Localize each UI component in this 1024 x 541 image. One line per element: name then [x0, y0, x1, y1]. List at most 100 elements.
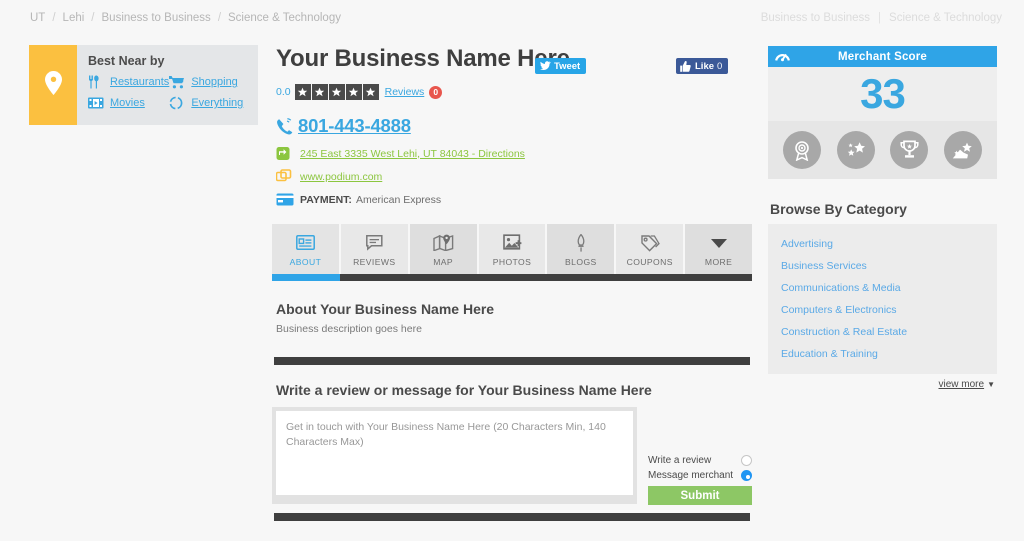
- website-icon: [276, 169, 300, 184]
- website-link[interactable]: www.podium.com: [300, 171, 382, 183]
- payment-value: American Express: [355, 193, 442, 206]
- rising-star-icon[interactable]: [944, 131, 983, 169]
- tweet-button[interactable]: Tweet: [535, 58, 587, 74]
- category-item-construction-real-estate[interactable]: Construction & Real Estate: [768, 321, 997, 343]
- credit-card-icon: [276, 193, 300, 206]
- tab-map[interactable]: MAP: [409, 224, 479, 274]
- star-rating[interactable]: [294, 84, 379, 100]
- breadcrumb-right-separator: |: [878, 12, 882, 24]
- breadcrumb-item-city[interactable]: Lehi: [63, 12, 85, 24]
- map-pin-panel: [29, 45, 77, 125]
- breadcrumb-separator: /: [52, 12, 56, 24]
- tab-active-indicator: [272, 274, 340, 281]
- trophy-icon[interactable]: [890, 131, 929, 169]
- merchant-score-badges: [768, 121, 997, 179]
- tab-about[interactable]: ABOUT: [272, 224, 341, 274]
- radio-write-review[interactable]: [741, 455, 752, 466]
- film-strip-icon: [88, 96, 105, 110]
- phone-icon: [276, 117, 298, 135]
- best-near-by-item-restaurants[interactable]: Restaurants: [88, 75, 169, 89]
- facebook-like-button[interactable]: Like 0: [676, 58, 729, 74]
- radio-option-write-review[interactable]: Write a review: [648, 455, 752, 466]
- tab-photos[interactable]: PHOTOS: [478, 224, 548, 274]
- best-near-by-item-shopping[interactable]: Shopping: [169, 75, 248, 89]
- category-item-communications-media[interactable]: Communications & Media: [768, 277, 997, 299]
- view-more-link[interactable]: view more: [939, 379, 985, 390]
- shopping-cart-icon: [169, 75, 186, 89]
- review-form-heading: Write a review or message for Your Busin…: [276, 382, 652, 398]
- radio-message-merchant[interactable]: [741, 470, 752, 481]
- star-icon[interactable]: [362, 84, 379, 100]
- chevron-down-icon: [710, 232, 728, 254]
- category-item-advertising[interactable]: Advertising: [768, 233, 997, 255]
- sparkle-stars-icon[interactable]: [836, 131, 875, 169]
- about-section: About Your Business Name Here Business d…: [276, 301, 752, 335]
- category-item-business-services[interactable]: Business Services: [768, 255, 997, 277]
- phone-row: 801-443-4888: [276, 115, 752, 137]
- address-link[interactable]: 245 East 3335 West Lehi, UT 84043 - Dire…: [300, 148, 525, 160]
- tab-more[interactable]: MORE: [685, 224, 753, 274]
- submit-button[interactable]: Submit: [648, 486, 752, 505]
- address-row: 245 East 3335 West Lehi, UT 84043 - Dire…: [276, 145, 752, 162]
- award-ribbon-icon[interactable]: [782, 131, 821, 169]
- main-content: Your Business Name Here 0.0 Reviews 0 80…: [272, 45, 753, 521]
- radio-label: Write a review: [648, 455, 712, 466]
- chevron-down-icon[interactable]: ▼: [987, 380, 995, 389]
- like-count: 0: [717, 60, 723, 72]
- add-photo-icon: [502, 232, 522, 254]
- directions-icon: [276, 146, 300, 161]
- star-icon[interactable]: [328, 84, 345, 100]
- tab-underline: [272, 274, 752, 281]
- best-near-by-item-movies[interactable]: Movies: [88, 96, 169, 110]
- thumbs-up-icon: [680, 60, 691, 72]
- payment-row: PAYMENT: American Express: [276, 191, 752, 208]
- breadcrumb-item-state[interactable]: UT: [30, 12, 45, 24]
- map-pin-icon: [44, 70, 62, 100]
- star-icon[interactable]: [345, 84, 362, 100]
- breadcrumb-right-item-category[interactable]: Business to Business: [761, 12, 870, 24]
- tab-reviews[interactable]: REVIEWS: [340, 224, 410, 274]
- section-divider: [274, 357, 750, 365]
- speedometer-icon: [775, 49, 790, 67]
- tab-blogs[interactable]: BLOGS: [547, 224, 617, 274]
- about-heading: About Your Business Name Here: [276, 301, 495, 317]
- star-icon[interactable]: [294, 84, 311, 100]
- best-near-by-body: Best Near by Restaurants Shopping Movies…: [77, 45, 258, 125]
- reviews-link[interactable]: Reviews: [385, 86, 425, 98]
- message-textarea[interactable]: [276, 411, 633, 495]
- twitter-bird-icon: [540, 61, 551, 70]
- tab-label: MAP: [433, 256, 454, 267]
- breadcrumb-right: Business to Business | Science & Technol…: [761, 12, 1002, 24]
- map-marker-icon: [432, 232, 454, 254]
- message-textarea-wrapper: [272, 407, 637, 504]
- breadcrumb-separator: /: [217, 12, 222, 24]
- top-breadcrumb-bar: UT / Lehi / Business to Business / Scien…: [0, 0, 1024, 36]
- bottom-divider: [274, 513, 750, 521]
- merchant-score-header: Merchant Score: [768, 46, 997, 67]
- category-item-education-training[interactable]: Education & Training: [768, 343, 997, 365]
- tab-coupons[interactable]: COUPONS: [616, 224, 686, 274]
- breadcrumb-item-subcategory[interactable]: Science & Technology: [228, 12, 341, 24]
- star-icon[interactable]: [311, 84, 328, 100]
- website-row: www.podium.com: [276, 168, 752, 185]
- category-list: Advertising Business Services Communicat…: [768, 224, 997, 374]
- best-near-by-widget: Best Near by Restaurants Shopping Movies…: [29, 45, 258, 125]
- circle-dashed-icon: [169, 96, 186, 110]
- review-form: Write a review Message merchant Submit: [272, 407, 752, 505]
- right-sidebar: Merchant Score 33 Browse By Category Adv…: [768, 46, 997, 390]
- best-near-by-item-label: Everything: [191, 97, 244, 109]
- best-near-by-item-label: Movies: [110, 97, 145, 109]
- tab-label: MORE: [704, 256, 733, 267]
- phone-number[interactable]: 801-443-4888: [298, 115, 411, 137]
- category-item-computers-electronics[interactable]: Computers & Electronics: [768, 299, 997, 321]
- best-near-by-links: Restaurants Shopping Movies Everything: [88, 75, 248, 110]
- breadcrumb-right-item-subcategory[interactable]: Science & Technology: [889, 12, 1002, 24]
- view-more-row: view more ▼: [768, 379, 997, 390]
- rating-value: 0.0: [276, 86, 291, 98]
- tweet-label: Tweet: [554, 60, 581, 72]
- best-near-by-item-everything[interactable]: Everything: [169, 96, 248, 110]
- breadcrumb-item-category[interactable]: Business to Business: [102, 12, 211, 24]
- like-label: Like: [695, 60, 715, 72]
- radio-option-message-merchant[interactable]: Message merchant: [648, 470, 752, 481]
- tab-label: BLOGS: [565, 256, 597, 267]
